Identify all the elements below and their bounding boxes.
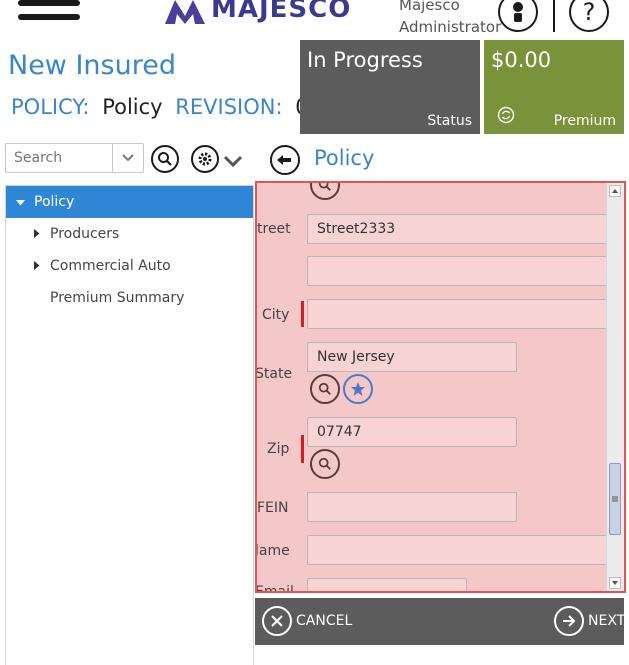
settings-button[interactable] — [191, 145, 219, 173]
address-form-panel: treet Street2333 City State New Jersey Z… — [255, 181, 626, 593]
status-label: Status — [427, 113, 472, 129]
search-dropdown-button[interactable] — [112, 144, 143, 172]
section-title: Policy — [314, 146, 375, 170]
search-icon — [318, 183, 331, 191]
header-divider — [553, 0, 555, 32]
caret-right-icon — [34, 226, 40, 242]
name-label: lame — [255, 543, 290, 559]
premium-value: $0.00 — [491, 48, 552, 72]
arrow-left-icon — [277, 155, 291, 165]
cancel-label: CANCEL — [296, 613, 353, 629]
email-label: Email — [255, 584, 294, 593]
search-box — [5, 143, 144, 173]
refresh-icon[interactable] — [497, 106, 515, 128]
help-button[interactable]: ? — [569, 0, 609, 32]
tree-item-label: Producers — [50, 226, 120, 242]
cancel-button[interactable]: CANCEL — [262, 606, 352, 636]
collapse-button[interactable] — [270, 145, 300, 175]
arrow-right-icon — [554, 606, 584, 636]
premium-label: Premium — [553, 113, 616, 129]
star-icon — [351, 382, 365, 396]
action-bar: CANCEL NEXT — [255, 598, 625, 645]
state-input[interactable]: New Jersey — [307, 342, 517, 372]
scroll-thumb[interactable] — [609, 463, 621, 535]
question-icon: ? — [582, 0, 596, 26]
street-label: treet — [257, 221, 291, 237]
tree-item-producers[interactable]: Producers — [6, 218, 253, 250]
policy-label: POLICY: — [11, 95, 90, 119]
policy-value: Policy — [102, 95, 163, 119]
search-input[interactable] — [6, 144, 112, 172]
next-label: NEXT — [588, 613, 626, 629]
email-input[interactable] — [307, 578, 467, 591]
caret-down-icon — [16, 194, 25, 210]
user-icon — [513, 2, 523, 22]
profile-button[interactable] — [498, 0, 538, 32]
menu-icon[interactable] — [18, 0, 80, 28]
scroll-down-button[interactable] — [609, 577, 621, 589]
tree-item-commercial-auto[interactable]: Commercial Auto — [6, 250, 253, 282]
state-lookup-button[interactable] — [310, 374, 340, 404]
next-button[interactable]: NEXT — [554, 606, 625, 636]
required-indicator — [301, 301, 304, 327]
policy-info: POLICY: Policy REVISION: 000 — [11, 95, 335, 119]
fein-label: FEIN — [257, 500, 289, 516]
user-org: Majesco — [399, 0, 460, 14]
user-info: Majesco Administrator — [399, 0, 501, 38]
street-lookup-button[interactable] — [310, 183, 340, 200]
street2-input[interactable] — [307, 256, 624, 286]
fein-input[interactable] — [307, 492, 517, 522]
gear-icon — [198, 152, 212, 166]
revision-label: REVISION: — [175, 95, 283, 119]
favorite-button[interactable] — [343, 374, 373, 404]
zip-input[interactable]: 07747 — [307, 417, 517, 447]
close-icon — [262, 606, 292, 636]
navigation-tree: Policy Producers Commercial Auto Premium… — [5, 185, 254, 665]
tree-item-label: Commercial Auto — [50, 258, 171, 274]
name-input[interactable] — [307, 535, 624, 565]
logo-mark-icon — [165, 0, 205, 24]
status-tile: In Progress Status — [300, 40, 480, 134]
logo-text: MAJESCO — [211, 0, 352, 24]
search-button[interactable] — [151, 145, 179, 173]
required-indicator — [301, 435, 304, 463]
street-input[interactable]: Street2333 — [307, 214, 624, 244]
tree-item-policy[interactable]: Policy — [6, 186, 253, 218]
city-input[interactable] — [307, 299, 624, 329]
status-value: In Progress — [307, 48, 423, 72]
zip-lookup-button[interactable] — [310, 449, 340, 479]
search-icon — [318, 382, 331, 395]
chevron-down-icon — [122, 154, 134, 162]
majesco-logo: MAJESCO — [165, 0, 351, 26]
tree-item-premium-summary[interactable]: Premium Summary — [6, 282, 253, 314]
caret-right-icon — [34, 258, 40, 274]
city-label: City — [262, 307, 290, 323]
tree-item-label: Policy — [34, 194, 75, 210]
expand-chevron-icon[interactable] — [222, 153, 244, 172]
tree-item-label: Premium Summary — [50, 290, 185, 306]
page-title: New Insured — [8, 50, 176, 81]
state-label: State — [255, 366, 293, 382]
search-icon — [318, 457, 331, 470]
premium-tile: $0.00 Premium — [484, 40, 624, 134]
form-scrollbar[interactable] — [606, 183, 624, 591]
zip-label: Zip — [267, 441, 290, 457]
user-role: Administrator — [399, 18, 502, 36]
search-icon — [158, 152, 172, 166]
scroll-up-button[interactable] — [609, 185, 621, 197]
